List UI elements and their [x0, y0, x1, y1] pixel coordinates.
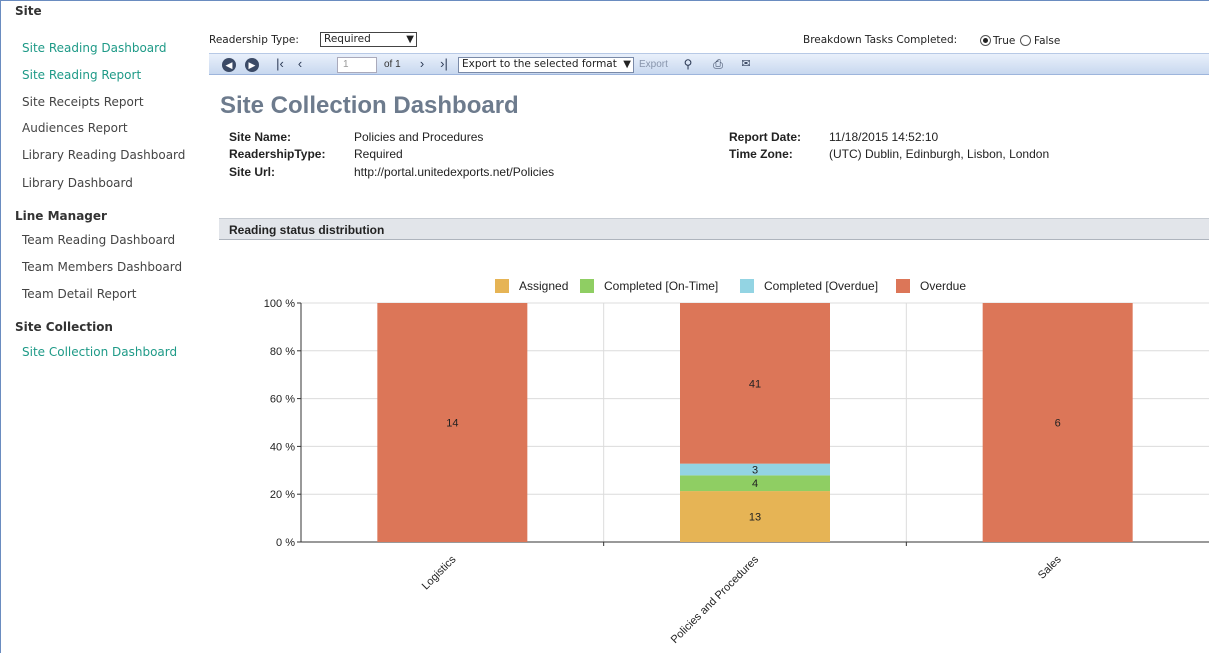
export-format-select[interactable]: Export to the selected format ▼: [458, 57, 634, 73]
y-tick-label: 20 %: [270, 489, 295, 501]
sidebar-item-audiences-report[interactable]: Audiences Report: [22, 121, 128, 135]
sidebar-item-team-members-dashboard[interactable]: Team Members Dashboard: [22, 260, 182, 274]
back-icon[interactable]: ◀: [222, 58, 236, 72]
y-tick-label: 40 %: [270, 441, 295, 453]
y-tick-label: 60 %: [270, 394, 295, 406]
sidebar-heading-line-manager: Line Manager: [15, 209, 107, 223]
find-icon[interactable]: ⚲: [680, 56, 696, 72]
next-page-icon[interactable]: ›: [415, 56, 429, 72]
readership-type-label: Readership Type:: [209, 34, 299, 46]
x-category-label: Sales: [1036, 553, 1064, 581]
bar-data-label: 14: [446, 418, 458, 430]
page-count: of 1: [384, 59, 401, 70]
bar-data-label: 3: [752, 465, 758, 477]
section-title: Reading status distribution: [229, 223, 385, 237]
report-date-value: 11/18/2015 14:52:10: [829, 130, 939, 144]
readership-type-meta-label: ReadershipType:: [229, 147, 326, 161]
previous-page-icon[interactable]: ‹: [293, 56, 307, 72]
breakdown-tasks-label: Breakdown Tasks Completed:: [803, 34, 958, 46]
radio-true[interactable]: [980, 35, 991, 46]
export-format-value: Export to the selected format: [462, 58, 617, 70]
sidebar-item-site-receipts-report[interactable]: Site Receipts Report: [22, 95, 144, 109]
x-category-label: Logistics: [420, 553, 459, 592]
x-category-label: Policies and Procedures: [669, 553, 762, 646]
first-page-icon[interactable]: |‹: [273, 56, 287, 72]
sidebar-item-team-detail-report[interactable]: Team Detail Report: [22, 287, 136, 301]
time-zone-label: Time Zone:: [729, 147, 793, 161]
chevron-down-icon: ▼: [406, 34, 414, 45]
site-url-value: http://portal.unitedexports.net/Policies: [354, 165, 555, 179]
page-title: Site Collection Dashboard: [220, 92, 519, 119]
readership-type-select[interactable]: Required ▼: [320, 32, 417, 47]
readership-type-meta-value: Required: [354, 147, 403, 161]
y-tick-label: 0 %: [276, 537, 295, 549]
y-tick-label: 80 %: [270, 346, 295, 358]
readership-type-value: Required: [324, 33, 371, 45]
print-icon[interactable]: ⎙: [710, 56, 726, 72]
email-icon[interactable]: ✉: [738, 56, 754, 72]
page-number-input[interactable]: 1: [337, 57, 377, 73]
site-name-value: Policies and Procedures: [354, 130, 484, 144]
bar-data-label: 6: [1055, 418, 1061, 430]
forward-icon[interactable]: ▶: [245, 58, 259, 72]
sidebar-item-site-reading-dashboard[interactable]: Site Reading Dashboard: [22, 41, 166, 55]
sidebar-item-library-dashboard[interactable]: Library Dashboard: [22, 176, 133, 190]
bar-data-label: 4: [752, 478, 758, 490]
sidebar-item-site-reading-report[interactable]: Site Reading Report: [22, 68, 141, 82]
chevron-down-icon: ▼: [623, 59, 631, 70]
site-name-label: Site Name:: [229, 130, 292, 144]
radio-true-label: True: [993, 35, 1016, 47]
last-page-icon[interactable]: ›|: [435, 56, 453, 72]
sidebar-heading-site: Site: [15, 4, 42, 18]
bar-data-label: 41: [749, 378, 761, 390]
site-url-label: Site Url:: [229, 165, 276, 179]
bar-data-label: 13: [749, 512, 761, 524]
sidebar: Site Site Reading Dashboard Site Reading…: [0, 0, 200, 653]
y-tick-label: 100 %: [264, 298, 295, 310]
time-zone-value: (UTC) Dublin, Edinburgh, Lisbon, London: [829, 147, 1050, 161]
radio-false[interactable]: [1020, 35, 1031, 46]
radio-false-label: False: [1034, 35, 1061, 47]
report-toolbar: ◀ ▶ |‹ ‹ 1 of 1 › ›| Export to the selec…: [209, 53, 1209, 75]
reading-status-chart: 0 % 20 % 40 % 60 % 80 % 100 % 14 Logistics 13 43 4…: [264, 298, 1209, 646]
sidebar-heading-site-collection: Site Collection: [15, 320, 113, 334]
sidebar-item-site-collection-dashboard[interactable]: Site Collection Dashboard: [22, 345, 177, 359]
report-date-label: Report Date:: [729, 130, 802, 144]
section-header: Reading status distribution: [219, 218, 1209, 240]
sidebar-item-team-reading-dashboard[interactable]: Team Reading Dashboard: [22, 233, 175, 247]
export-link[interactable]: Export: [639, 59, 668, 70]
sidebar-item-library-reading-dashboard[interactable]: Library Reading Dashboard: [22, 148, 185, 162]
